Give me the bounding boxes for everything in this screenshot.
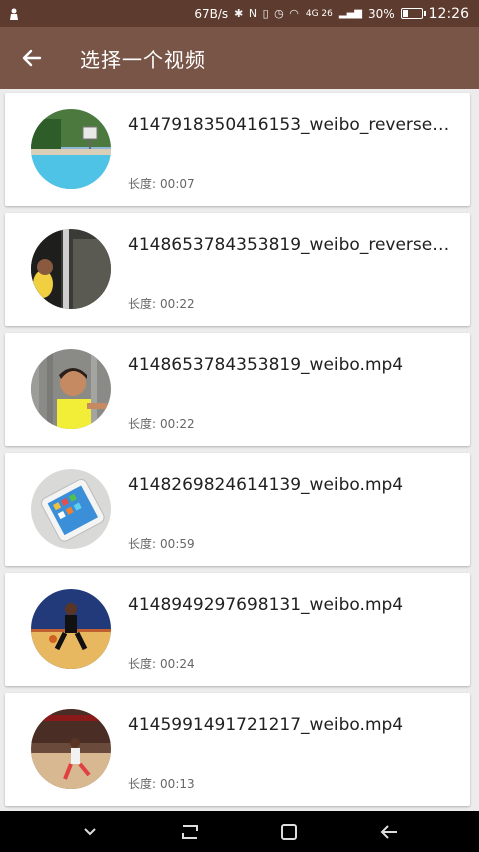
system-icons: ✱ N ▯ ◷ ◠ <box>234 7 300 20</box>
nav-home-button[interactable] <box>269 811 309 852</box>
video-thumbnail <box>31 589 111 669</box>
nav-recents-button[interactable] <box>170 811 210 852</box>
battery-fill <box>402 10 409 17</box>
video-name: 4148269824614139_weibo.mp4 <box>128 475 404 495</box>
video-name: 4148653784353819_weibo_reverse.mp4 <box>128 235 453 255</box>
video-duration: 长度: 00:59 <box>128 535 195 552</box>
video-item[interactable]: 4148949297698131_weibo.mp4 长度: 00:24 <box>5 573 470 686</box>
alarm-icon: ◷ <box>274 7 285 20</box>
video-duration: 长度: 00:22 <box>128 415 195 432</box>
video-thumbnail <box>31 349 111 429</box>
video-name: 4148949297698131_weibo.mp4 <box>128 595 404 615</box>
vibrate-icon: ▯ <box>262 7 270 20</box>
back-icon <box>380 824 398 839</box>
network-speed: 67B/s <box>194 6 229 21</box>
duration-label: 长度: <box>128 297 157 311</box>
duration-value: 00:07 <box>160 177 195 191</box>
recents-icon <box>181 824 198 839</box>
video-thumbnail <box>31 229 111 309</box>
duration-label: 长度: <box>128 417 157 431</box>
duration-value: 00:59 <box>160 537 195 551</box>
page-title: 选择一个视频 <box>80 47 206 72</box>
battery-percent: 30% <box>367 6 395 21</box>
duration-value: 00:22 <box>160 417 195 431</box>
video-list: 4147918350416153_weibo_reverse.mp4 长度: 00… <box>0 89 479 811</box>
video-duration: 长度: 00:24 <box>128 655 195 672</box>
status-bar: 67B/s ✱ N ▯ ◷ ◠ 4G 26 ▂▄▆ 30% 12:26 <box>0 0 479 27</box>
video-duration: 长度: 00:22 <box>128 295 195 312</box>
video-name: 4147918350416153_weibo_reverse.mp4 <box>128 115 453 135</box>
nav-back-button[interactable] <box>369 811 409 852</box>
back-button[interactable] <box>0 27 64 89</box>
signal-text: 4G 26 <box>305 8 333 19</box>
video-name: 4148653784353819_weibo.mp4 <box>128 355 404 375</box>
duration-label: 长度: <box>128 537 157 551</box>
signal-icon: ▂▄▆ <box>338 8 362 19</box>
arrow-left-icon <box>22 49 42 67</box>
navigation-bar <box>0 811 479 852</box>
video-duration: 长度: 00:07 <box>128 175 195 192</box>
video-item[interactable]: 4148653784353819_weibo.mp4 长度: 00:22 <box>5 333 470 446</box>
nfc-icon: N <box>248 7 259 20</box>
bluetooth-icon: ✱ <box>234 7 245 20</box>
app-bar: 选择一个视频 <box>0 27 479 89</box>
status-left <box>8 7 20 21</box>
video-item[interactable]: 4147918350416153_weibo_reverse.mp4 长度: 00… <box>5 93 470 206</box>
battery-icon <box>400 8 426 19</box>
video-item[interactable]: 4145991491721217_weibo.mp4 长度: 00:13 <box>5 693 470 806</box>
wifi-icon: ◠ <box>289 7 300 20</box>
video-name: 4145991491721217_weibo.mp4 <box>128 715 404 735</box>
video-item[interactable]: 4148653784353819_weibo_reverse.mp4 长度: 00… <box>5 213 470 326</box>
status-right: 67B/s ✱ N ▯ ◷ ◠ 4G 26 ▂▄▆ 30% 12:26 <box>194 6 469 22</box>
notification-icon <box>10 8 18 20</box>
duration-value: 00:13 <box>160 777 195 791</box>
video-item[interactable]: 4148269824614139_weibo.mp4 长度: 00:59 <box>5 453 470 566</box>
home-icon <box>281 823 298 840</box>
chevron-down-icon <box>84 827 96 835</box>
duration-label: 长度: <box>128 657 157 671</box>
nav-hide-button[interactable] <box>70 811 110 852</box>
video-duration: 长度: 00:13 <box>128 775 195 792</box>
clock: 12:26 <box>428 5 469 22</box>
duration-value: 00:24 <box>160 657 195 671</box>
duration-label: 长度: <box>128 777 157 791</box>
video-thumbnail <box>31 709 111 789</box>
video-thumbnail <box>31 469 111 549</box>
duration-value: 00:22 <box>160 297 195 311</box>
video-thumbnail <box>31 109 111 189</box>
duration-label: 长度: <box>128 177 157 191</box>
